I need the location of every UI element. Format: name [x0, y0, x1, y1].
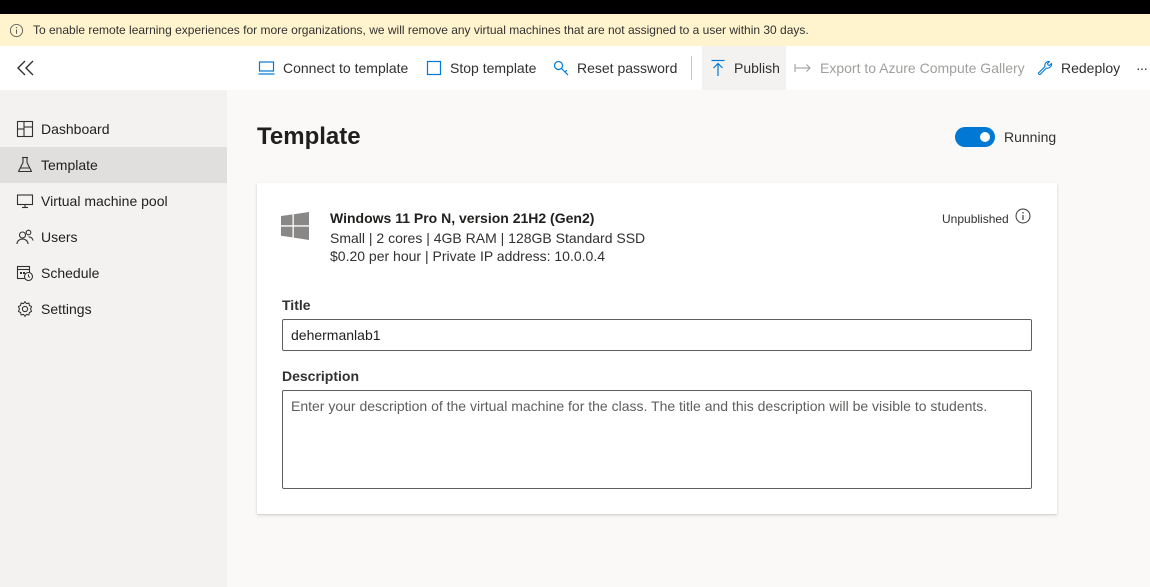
page-title: Template	[257, 123, 361, 150]
toggle-label: Running	[1004, 129, 1057, 145]
users-icon	[16, 228, 34, 246]
sidebar-item-label: Users	[41, 229, 78, 245]
sidebar-item-label: Template	[41, 157, 98, 173]
reset-password-label: Reset password	[577, 60, 678, 76]
windows-icon	[281, 212, 309, 240]
reset-password-button[interactable]: Reset password	[553, 46, 677, 90]
info-icon	[9, 23, 24, 38]
template-card: Windows 11 Pro N, version 21H2 (Gen2) Sm…	[257, 183, 1057, 514]
calendar-icon	[16, 264, 34, 282]
sidebar-item-settings[interactable]: Settings	[0, 291, 227, 327]
title-label: Title	[282, 297, 311, 313]
wrench-icon	[1037, 60, 1053, 76]
export-gallery-label: Export to Azure Compute Gallery	[820, 60, 1025, 76]
command-bar: Connect to template Stop template Reset …	[0, 46, 1150, 90]
flask-icon	[16, 156, 34, 174]
monitor-icon	[258, 61, 275, 75]
toggle-switch[interactable]	[955, 127, 995, 147]
sidebar-item-virtual-machine-pool[interactable]: Virtual machine pool	[0, 183, 227, 219]
upload-arrow-icon	[711, 59, 725, 76]
title-input[interactable]	[282, 319, 1032, 351]
sidebar-item-label: Settings	[41, 301, 92, 317]
stop-template-button[interactable]: Stop template	[426, 46, 536, 90]
top-black-strip	[0, 0, 1150, 14]
sidebar-item-label: Dashboard	[41, 121, 110, 137]
sidebar-item-label: Schedule	[41, 265, 100, 281]
info-icon[interactable]	[1015, 208, 1031, 224]
left-navigation: Dashboard Template Virtual machine pool …	[0, 90, 227, 587]
double-chevron-left-icon	[17, 60, 34, 76]
sidebar-item-template[interactable]: Template	[0, 147, 227, 183]
publish-label: Publish	[734, 60, 780, 76]
monitor-icon	[16, 192, 34, 210]
export-gallery-button[interactable]: Export to Azure Compute Gallery	[794, 46, 1025, 90]
connect-to-template-label: Connect to template	[283, 60, 409, 76]
dashboard-icon	[16, 120, 34, 138]
gear-icon	[16, 300, 34, 318]
collapse-nav-button[interactable]	[14, 58, 38, 78]
redeploy-label: Redeploy	[1061, 60, 1121, 76]
running-toggle[interactable]: Running	[955, 127, 1056, 147]
publish-status: Unpublished	[942, 212, 1009, 226]
export-arrow-icon	[794, 64, 811, 72]
sidebar-item-dashboard[interactable]: Dashboard	[0, 111, 227, 147]
vm-image-name: Windows 11 Pro N, version 21H2 (Gen2)	[330, 210, 595, 226]
sidebar-item-users[interactable]: Users	[0, 219, 227, 255]
sidebar-item-label: Virtual machine pool	[41, 193, 168, 209]
redeploy-button[interactable]: Redeploy	[1037, 46, 1120, 90]
more-actions-button[interactable]: ···	[1136, 46, 1148, 90]
stop-template-label: Stop template	[450, 60, 537, 76]
sidebar-item-schedule[interactable]: Schedule	[0, 255, 227, 291]
vm-price: $0.20 per hour | Private IP address: 10.…	[330, 248, 605, 264]
connect-to-template-button[interactable]: Connect to template	[258, 46, 408, 90]
vm-spec: Small | 2 cores | 4GB RAM | 128GB Standa…	[330, 230, 646, 246]
stop-icon	[426, 60, 442, 76]
publish-button[interactable]: Publish	[702, 46, 786, 90]
description-input[interactable]	[282, 390, 1032, 489]
description-label: Description	[282, 368, 360, 384]
key-icon	[553, 60, 569, 76]
main-content: Template Running Windows 11 Pro N, versi…	[227, 90, 1150, 587]
more-icon: ···	[1136, 60, 1148, 76]
command-separator	[691, 56, 692, 80]
banner-text: To enable remote learning experiences fo…	[33, 23, 809, 37]
notification-banner: To enable remote learning experiences fo…	[0, 14, 1150, 46]
